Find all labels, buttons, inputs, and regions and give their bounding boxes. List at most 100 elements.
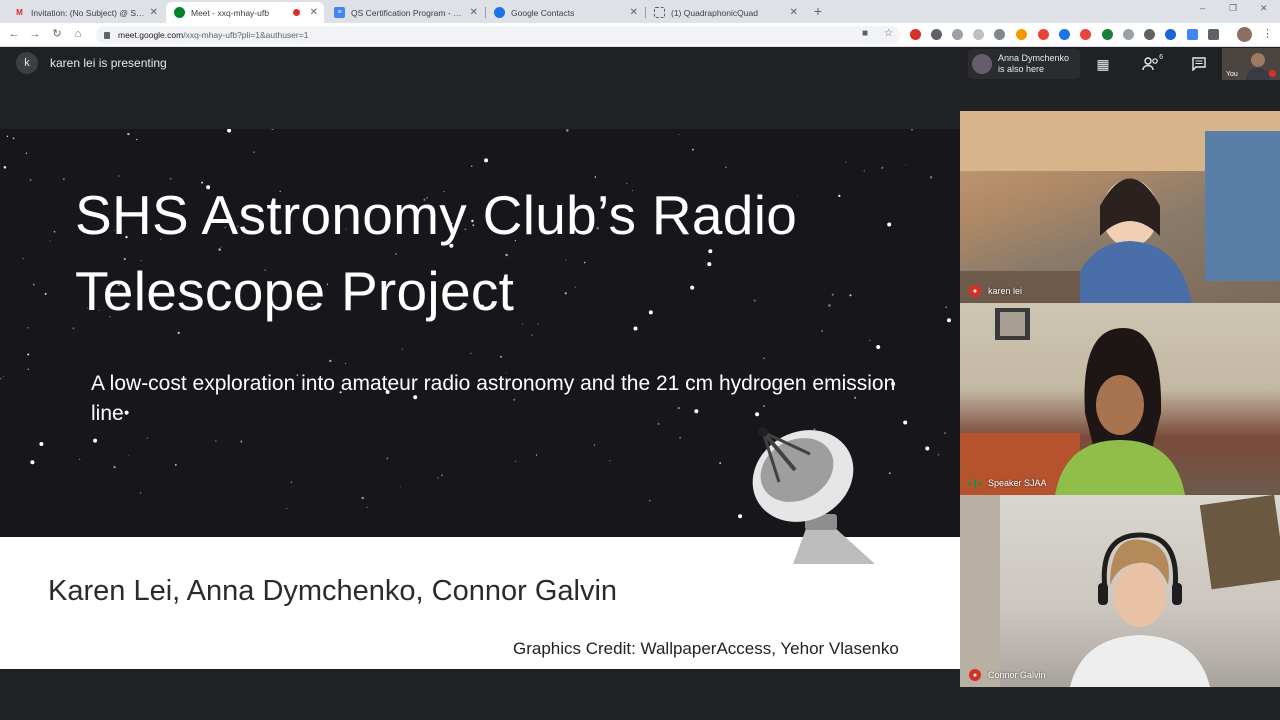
camera-in-use-icon[interactable]: ■ bbox=[862, 28, 868, 39]
star bbox=[869, 339, 871, 341]
participant-video bbox=[960, 111, 1280, 303]
star bbox=[25, 152, 28, 155]
star bbox=[127, 132, 130, 136]
star bbox=[535, 454, 538, 456]
star bbox=[177, 331, 180, 335]
star bbox=[763, 357, 765, 359]
star bbox=[876, 345, 881, 349]
self-view-tile[interactable]: You bbox=[1222, 48, 1280, 80]
self-label: You bbox=[1226, 71, 1238, 78]
extension-icon[interactable] bbox=[1123, 29, 1134, 40]
star bbox=[240, 440, 243, 443]
tab-gmail-invitation[interactable]: M Invitation: (No Subject) @ Sat M... ✕ bbox=[6, 2, 164, 23]
lock-icon bbox=[104, 31, 110, 39]
extension-icon[interactable] bbox=[1102, 29, 1113, 40]
star bbox=[500, 355, 502, 358]
reload-button[interactable]: ↻ bbox=[50, 27, 64, 41]
participant-video bbox=[960, 495, 1280, 687]
new-tab-button[interactable]: + bbox=[811, 3, 825, 19]
extension-icon[interactable] bbox=[1165, 29, 1176, 40]
slide-title: SHS Astronomy Club’s Radio Telescope Pro… bbox=[75, 177, 935, 329]
back-button[interactable]: ← bbox=[7, 27, 21, 41]
mic-off-icon: ● bbox=[969, 669, 981, 681]
star bbox=[947, 318, 951, 323]
star bbox=[904, 164, 906, 166]
star bbox=[945, 306, 948, 309]
star bbox=[725, 166, 727, 168]
participant-name: Speaker SJAA bbox=[988, 478, 1047, 488]
also-here-card[interactable]: Anna Dymchenko is also here bbox=[968, 49, 1080, 79]
close-tab-icon[interactable]: ✕ bbox=[790, 7, 798, 18]
extension-icon[interactable] bbox=[1038, 29, 1049, 40]
close-tab-icon[interactable]: ✕ bbox=[310, 7, 318, 18]
extension-icon[interactable] bbox=[931, 29, 942, 40]
url-host: meet.google.com bbox=[118, 30, 184, 40]
star bbox=[648, 499, 651, 502]
extension-icon[interactable] bbox=[1059, 29, 1070, 40]
meet-call-area: k karen lei is presenting Anna Dymchenko… bbox=[0, 48, 1280, 720]
close-window-button[interactable]: ✕ bbox=[1260, 3, 1268, 14]
presenting-banner: k karen lei is presenting bbox=[16, 52, 167, 74]
layout-grid-icon[interactable]: ▦ bbox=[1091, 52, 1115, 76]
tab-title: Invitation: (No Subject) @ Sat M... bbox=[31, 7, 146, 18]
restore-button[interactable]: ❐ bbox=[1229, 3, 1237, 14]
star bbox=[609, 460, 611, 462]
extension-icon[interactable] bbox=[994, 29, 1005, 40]
star bbox=[593, 444, 596, 446]
close-tab-icon[interactable]: ✕ bbox=[470, 7, 478, 18]
slide-title-line-2: Telescope Project bbox=[75, 260, 515, 322]
participant-tile-connor-galvin[interactable]: ● Connor Galvin bbox=[960, 495, 1280, 687]
star bbox=[944, 432, 946, 434]
tab-google-contacts[interactable]: Google Contacts ✕ bbox=[486, 2, 644, 23]
chat-icon[interactable] bbox=[1187, 52, 1211, 76]
speaking-indicator-icon bbox=[969, 478, 981, 488]
also-here-name: Anna Dymchenko bbox=[998, 53, 1070, 63]
home-button[interactable]: ⌂ bbox=[71, 27, 85, 41]
star bbox=[215, 440, 217, 442]
forward-button[interactable]: → bbox=[28, 27, 42, 41]
star bbox=[470, 352, 472, 354]
browser-menu-icon[interactable]: ⋮ bbox=[1262, 27, 1273, 40]
tab-meet[interactable]: Meet - xxq-mhay-ufb ✕ bbox=[166, 2, 324, 23]
address-bar[interactable]: meet.google.com/xxq-mhay-ufb?pli=1&authu… bbox=[96, 26, 900, 44]
participant-tile-karen-lei[interactable]: ● karen lei bbox=[960, 111, 1280, 303]
extension-icon[interactable] bbox=[973, 29, 984, 40]
extension-icon[interactable] bbox=[952, 29, 963, 40]
star bbox=[911, 129, 913, 131]
extension-icon[interactable] bbox=[1187, 29, 1198, 40]
star bbox=[515, 460, 517, 462]
star bbox=[925, 446, 930, 451]
profile-avatar[interactable] bbox=[1237, 27, 1252, 42]
minimize-button[interactable]: – bbox=[1200, 3, 1205, 13]
star bbox=[26, 326, 29, 329]
star bbox=[881, 166, 884, 169]
star bbox=[27, 368, 30, 370]
slide-credit: Graphics Credit: WallpaperAccess, Yehor … bbox=[513, 639, 899, 658]
extension-icon[interactable] bbox=[1016, 29, 1027, 40]
star bbox=[678, 133, 680, 135]
star bbox=[888, 472, 891, 475]
close-tab-icon[interactable]: ✕ bbox=[150, 7, 158, 18]
participant-name: karen lei bbox=[988, 286, 1023, 296]
star bbox=[62, 178, 65, 180]
extension-icon[interactable] bbox=[1080, 29, 1091, 40]
extensions-puzzle-icon[interactable] bbox=[1208, 29, 1219, 40]
also-here-status: is also here bbox=[998, 64, 1045, 74]
star bbox=[937, 453, 940, 456]
star bbox=[3, 376, 5, 378]
close-tab-icon[interactable]: ✕ bbox=[630, 7, 638, 18]
star bbox=[531, 334, 533, 336]
tab-qs-certification[interactable]: ≡ QS Certification Program - Goog... ✕ bbox=[326, 2, 484, 23]
tab-quadraphonicquad[interactable]: (1) QuadraphonicQuad ✕ bbox=[646, 2, 804, 23]
extension-icon[interactable] bbox=[1144, 29, 1155, 40]
participant-name: Connor Galvin bbox=[988, 670, 1046, 680]
star bbox=[679, 436, 682, 439]
star bbox=[399, 486, 401, 488]
bookmark-star-icon[interactable]: ☆ bbox=[884, 28, 893, 39]
google-docs-icon: ≡ bbox=[334, 7, 345, 18]
extension-icon[interactable] bbox=[910, 29, 921, 40]
participants-button[interactable]: 6 bbox=[1139, 52, 1163, 76]
participant-tile-speaker-sjaa[interactable]: Speaker SJAA bbox=[960, 303, 1280, 495]
star bbox=[271, 129, 274, 131]
tab-title: Google Contacts bbox=[511, 7, 575, 18]
